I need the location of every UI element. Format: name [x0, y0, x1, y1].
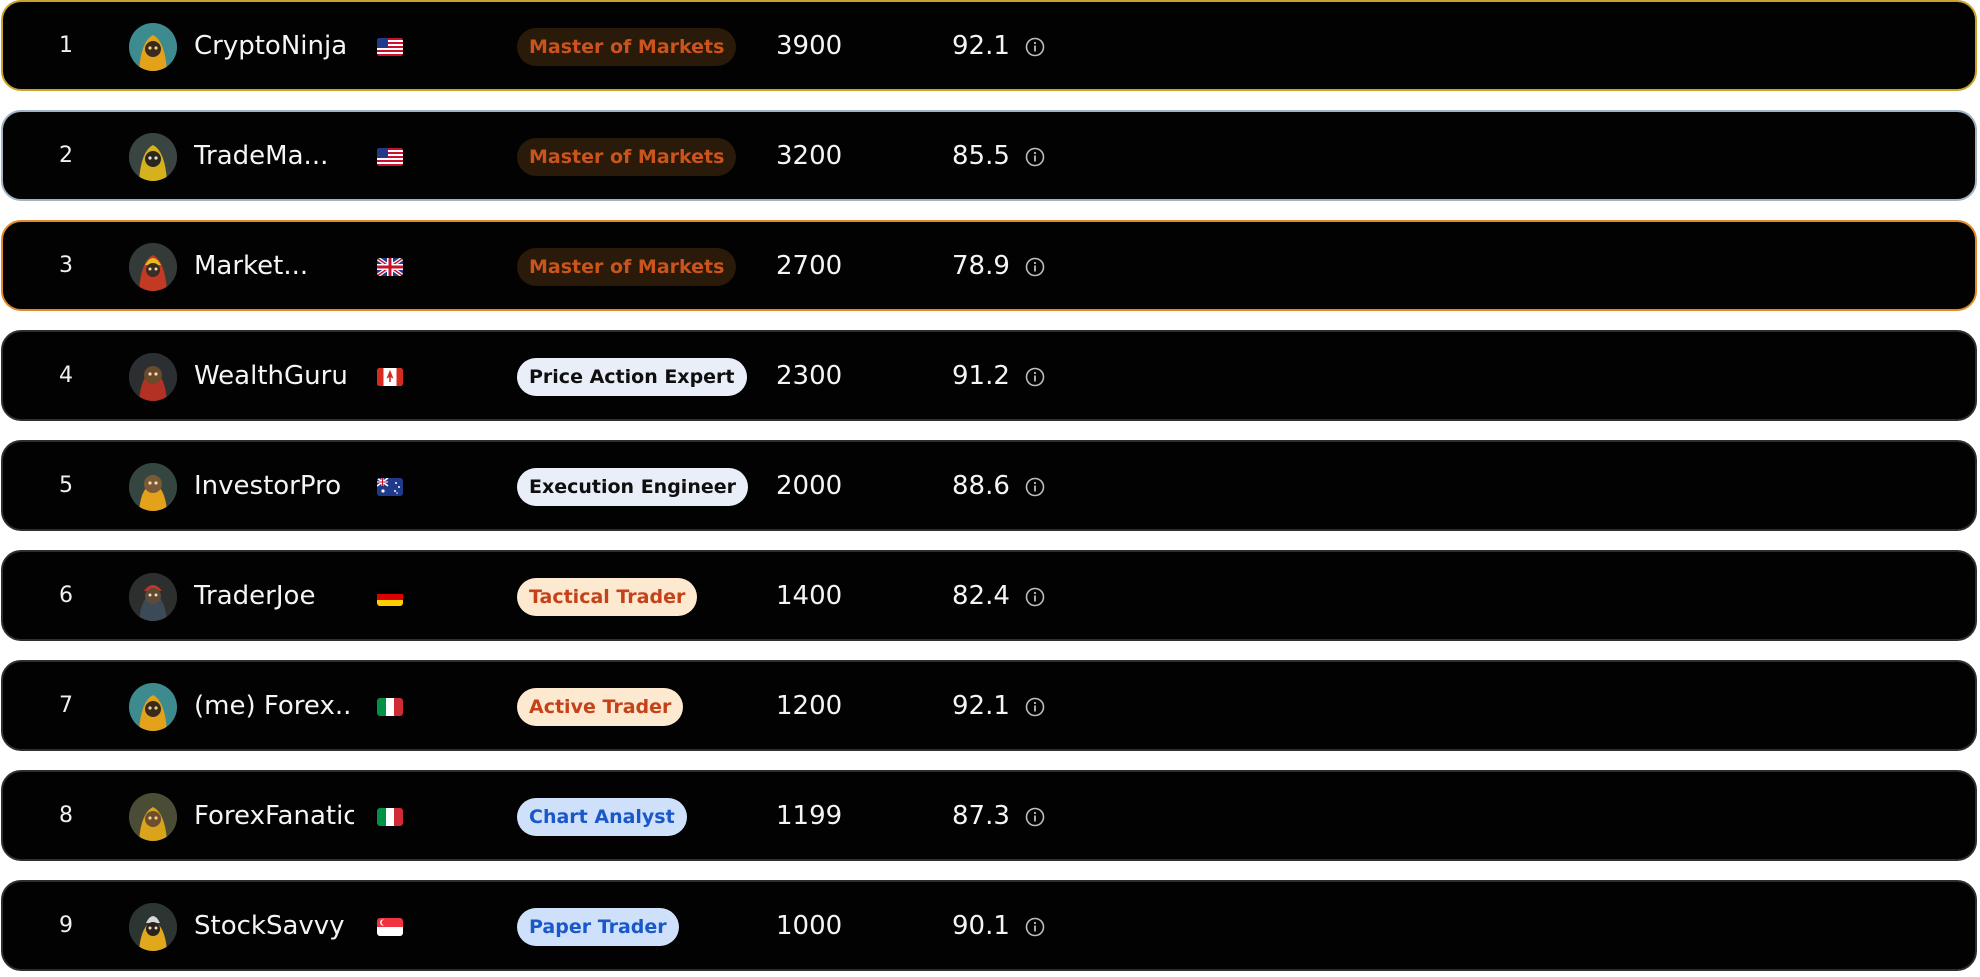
trader-name[interactable]: WealthGuru	[194, 332, 354, 419]
info-icon[interactable]	[1025, 477, 1045, 497]
rank-badge: Execution Engineer	[517, 468, 748, 506]
trader-name[interactable]: Market...	[194, 222, 354, 309]
trader-name[interactable]: StockSavvy	[194, 882, 354, 969]
avatar[interactable]	[129, 683, 177, 731]
uk-flag-icon	[377, 258, 403, 276]
rank-number: 4	[59, 363, 73, 388]
points-value: 2000	[776, 470, 843, 501]
points-value: 3900	[776, 30, 843, 61]
score-value: 85.5	[952, 140, 1010, 171]
germany-flag-icon	[377, 588, 403, 606]
score-value: 88.6	[952, 470, 1010, 501]
avatar[interactable]	[129, 243, 177, 291]
trader-name[interactable]: InvestorPro	[194, 442, 354, 529]
points-value: 1199	[776, 800, 843, 831]
trader-name[interactable]: (me) Forex...	[194, 662, 354, 749]
leaderboard-row[interactable]: 2 TradeMa... Master of Markets 3200 85.5	[1, 110, 1977, 201]
italy-flag-icon	[377, 698, 403, 716]
rank-badge: Master of Markets	[517, 28, 737, 66]
score-value: 82.4	[952, 580, 1010, 611]
avatar[interactable]	[129, 573, 177, 621]
leaderboard-row[interactable]: 4 WealthGuru Price Action Expert 2300 91…	[1, 330, 1977, 421]
info-icon[interactable]	[1025, 697, 1045, 717]
singapore-flag-icon	[377, 918, 403, 936]
info-icon[interactable]	[1025, 37, 1045, 57]
rank-badge: Master of Markets	[517, 138, 737, 176]
avatar[interactable]	[129, 353, 177, 401]
score-value: 78.9	[952, 250, 1010, 281]
avatar[interactable]	[129, 463, 177, 511]
avatar[interactable]	[129, 793, 177, 841]
points-value: 1400	[776, 580, 843, 611]
rank-number: 5	[59, 473, 73, 498]
leaderboard-row[interactable]: 8 ForexFanatic Chart Analyst 1199 87.3	[1, 770, 1977, 861]
info-icon[interactable]	[1025, 587, 1045, 607]
trader-name[interactable]: ForexFanatic	[194, 772, 354, 859]
rank-badge: Paper Trader	[517, 908, 679, 946]
leaderboard-row[interactable]: 1 CryptoNinja Master of Markets 3900 92.…	[1, 0, 1977, 91]
avatar[interactable]	[129, 903, 177, 951]
score-value: 92.1	[952, 690, 1010, 721]
rank-number: 2	[59, 143, 73, 168]
us-flag-icon	[377, 38, 403, 56]
rank-number: 9	[59, 913, 73, 938]
points-value: 3200	[776, 140, 843, 171]
rank-number: 8	[59, 803, 73, 828]
rank-badge: Price Action Expert	[517, 358, 747, 396]
rank-number: 3	[59, 253, 73, 278]
rank-badge: Tactical Trader	[517, 578, 698, 616]
italy-flag-icon	[377, 808, 403, 826]
avatar[interactable]	[129, 23, 177, 71]
rank-number: 1	[59, 33, 73, 58]
points-value: 1000	[776, 910, 843, 941]
leaderboard-row[interactable]: 7 (me) Forex... Active Trader 1200 92.1	[1, 660, 1977, 751]
points-value: 2300	[776, 360, 843, 391]
leaderboard-row[interactable]: 9 StockSavvy Paper Trader 1000 90.1	[1, 880, 1977, 971]
canada-flag-icon	[377, 368, 403, 386]
rank-number: 6	[59, 583, 73, 608]
australia-flag-icon	[377, 478, 403, 496]
rank-badge: Chart Analyst	[517, 798, 687, 836]
rank-badge: Active Trader	[517, 688, 684, 726]
points-value: 1200	[776, 690, 843, 721]
trader-name[interactable]: TraderJoe	[194, 552, 354, 639]
score-value: 92.1	[952, 30, 1010, 61]
info-icon[interactable]	[1025, 367, 1045, 387]
leaderboard-row[interactable]: 6 TraderJoe Tactical Trader 1400 82.4	[1, 550, 1977, 641]
score-value: 91.2	[952, 360, 1010, 391]
points-value: 2700	[776, 250, 843, 281]
info-icon[interactable]	[1025, 807, 1045, 827]
rank-badge: Master of Markets	[517, 248, 737, 286]
leaderboard-row[interactable]: 5 InvestorPro Execution Engineer 2000 88…	[1, 440, 1977, 531]
trader-name[interactable]: CryptoNinja	[194, 2, 354, 89]
score-value: 90.1	[952, 910, 1010, 941]
avatar[interactable]	[129, 133, 177, 181]
leaderboard: 1 CryptoNinja Master of Markets 3900 92.…	[0, 0, 1980, 977]
us-flag-icon	[377, 148, 403, 166]
info-icon[interactable]	[1025, 147, 1045, 167]
score-value: 87.3	[952, 800, 1010, 831]
leaderboard-row[interactable]: 3 Market... Master of Markets 2700 78.9	[1, 220, 1977, 311]
info-icon[interactable]	[1025, 917, 1045, 937]
rank-number: 7	[59, 693, 73, 718]
info-icon[interactable]	[1025, 257, 1045, 277]
trader-name[interactable]: TradeMa...	[194, 112, 354, 199]
